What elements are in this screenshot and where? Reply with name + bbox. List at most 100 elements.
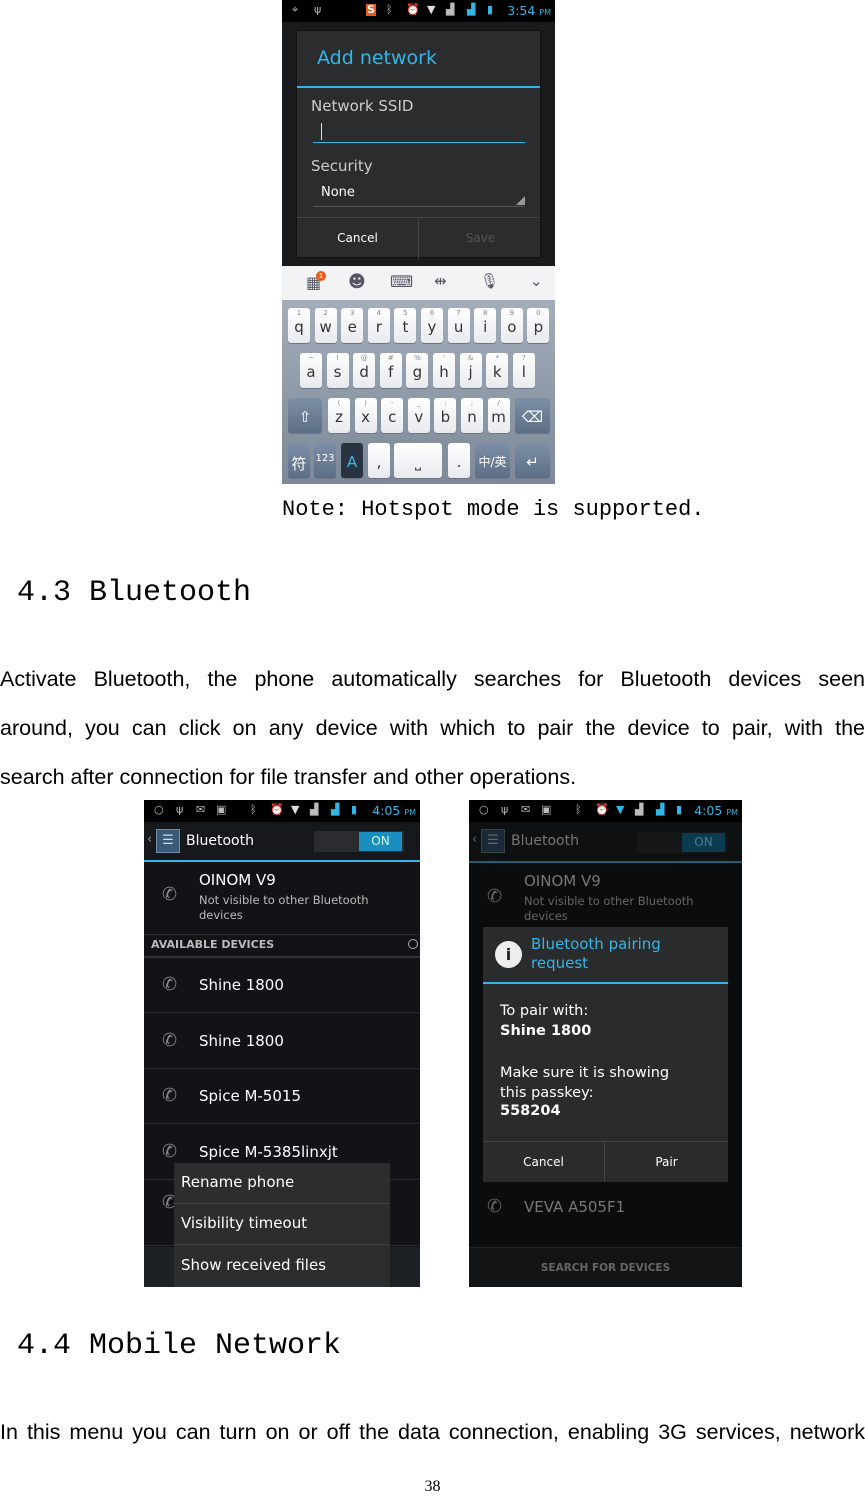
key[interactable]: ) x (354, 398, 377, 433)
key[interactable]: 0p (527, 308, 550, 343)
action-bar: ‹ ☰ Bluetooth ON (469, 822, 742, 863)
key[interactable]: 3e (341, 308, 364, 343)
security-select[interactable]: None (313, 183, 525, 207)
key[interactable]: (z (328, 398, 350, 433)
bluetooth-icon: ᛒ (386, 3, 393, 16)
language-key[interactable]: 中/英 (475, 443, 510, 478)
key[interactable]: ? l (512, 353, 535, 388)
device-item[interactable]: ✆ Spice M-5015 (144, 1069, 420, 1124)
key[interactable]: 2w (314, 308, 337, 343)
emoji-icon[interactable]: ☻ (348, 272, 366, 292)
device-name: Shine 1800 (199, 976, 284, 994)
key[interactable]: ' h (433, 353, 455, 388)
bluetooth-toggle[interactable]: ON (637, 832, 727, 853)
key[interactable]: 7u (447, 308, 470, 343)
numbers-key[interactable]: 123 (314, 443, 336, 478)
wifi-icon: ▼ (427, 3, 436, 16)
device-item[interactable]: ✆ Shine 1800 (144, 958, 420, 1013)
menu-label: Rename phone (181, 1173, 295, 1191)
key[interactable]: ! s (326, 353, 349, 388)
ssid-label: Network SSID (311, 97, 414, 115)
cancel-button[interactable]: Cancel (483, 1142, 605, 1182)
key[interactable]: _ v (407, 398, 430, 433)
bluetooth-screenshot: ○ ψ ✉ ▣ ᛒ ⏰ ▼ ▟ ▟ ▮ 4:05 PM ‹ ☰ Bluetooth ON ✆ … (144, 800, 420, 1287)
save-button[interactable]: Save (419, 218, 542, 259)
wifi-icon: ▼ (291, 803, 300, 816)
symbol-key[interactable]: 符 (288, 443, 310, 478)
own-device-item[interactable]: ✆ OINOM V9 Not visible to other Bluetoot… (144, 862, 420, 935)
cancel-button[interactable]: Cancel (297, 218, 419, 259)
passkey-instructions: Make sure it is showing this passkey: (500, 1065, 670, 1101)
divider (483, 982, 728, 984)
status-time: 4:05 PM (694, 803, 738, 818)
mic-icon[interactable]: 🎙 (480, 272, 499, 290)
enter-key[interactable]: ↵ (515, 443, 550, 478)
paragraph-line: around, you can click on any device with… (0, 716, 865, 740)
phone-icon: ✆ (162, 884, 178, 905)
page-number: 38 (424, 1478, 441, 1495)
scanning-icon (408, 939, 418, 949)
key[interactable]: 1q (288, 308, 310, 343)
menu-label: Visibility timeout (181, 1214, 308, 1232)
key[interactable]: * k (486, 353, 509, 388)
device-name[interactable]: VEVA A505F1 (524, 1198, 625, 1216)
cursor-icon[interactable]: ⇹ (434, 272, 447, 290)
key[interactable]: 6y (421, 308, 443, 343)
menu-item-visibility-timeout[interactable]: Visibility timeout (174, 1204, 390, 1245)
dialog-title: Add network (317, 47, 437, 69)
pair-with-label: To pair with: (500, 1003, 589, 1019)
back-icon[interactable]: ‹ (472, 832, 477, 847)
app-s-icon: S (366, 3, 376, 16)
backspace-key[interactable]: ⌫ (515, 398, 550, 433)
chevron-down-icon[interactable]: ⌄ (530, 272, 543, 290)
input-method-key[interactable]: A (341, 443, 363, 478)
paragraph-line: In this menu you can turn on or off the … (0, 1420, 865, 1444)
ssid-input[interactable] (313, 121, 525, 143)
key[interactable]: 5t (394, 308, 417, 343)
key[interactable]: 9o (500, 308, 523, 343)
period-key[interactable]: . (448, 443, 470, 478)
phone-icon: ✆ (162, 1029, 178, 1051)
pair-button[interactable]: Pair (605, 1142, 728, 1182)
key[interactable]: & j (459, 353, 482, 388)
phone-icon: ✆ (162, 1140, 178, 1162)
key[interactable]: :b (434, 398, 457, 433)
menu-item-rename-phone[interactable]: Rename phone (174, 1163, 390, 1204)
key[interactable]: # f (379, 353, 402, 388)
screen-title: Bluetooth (511, 833, 579, 849)
signal-icon: ▟ (467, 3, 476, 16)
cancel-label: Cancel (337, 231, 378, 245)
back-icon[interactable]: ‹ (147, 832, 152, 847)
keyboard-icon[interactable]: ⌨ (390, 272, 413, 291)
key[interactable]: -c (381, 398, 404, 433)
status-bar: ○ ψ ✉ ▣ ᛒ ⏰ ▼ ▟ ▟ ▮ 4:05 PM (144, 800, 420, 822)
security-value: None (321, 185, 355, 200)
status-bar: ○ ψ ✉ ▣ ᛒ ⏰ ▼ ▟ ▟ ▮ 4:05 PM (469, 800, 742, 822)
key[interactable]: @ d (353, 353, 376, 388)
device-name: Spice M-5015 (199, 1087, 301, 1105)
bluetooth-toggle[interactable]: ON (314, 831, 404, 852)
search-for-devices-button[interactable]: SEARCH FOR DEVICES (469, 1247, 742, 1287)
action-bar: ‹ ☰ Bluetooth ON (144, 822, 420, 862)
options-menu: Rename phone Visibility timeout Show rec… (174, 1163, 390, 1287)
key[interactable]: ~ a (300, 353, 322, 388)
space-key[interactable]: ⎵ (394, 443, 442, 478)
key[interactable]: % g (406, 353, 429, 388)
add-network-dialog: Add network Network SSID Security None C… (296, 30, 542, 259)
device-item[interactable]: ✆ Shine 1800 (144, 1014, 420, 1069)
section-header: AVAILABLE DEVICES (144, 935, 420, 958)
key[interactable]: / m (487, 398, 510, 433)
gps-icon: ⌖ (292, 3, 299, 16)
menu-item-show-received-files[interactable]: Show received files (174, 1245, 390, 1287)
text-cursor (321, 123, 322, 140)
comma-key[interactable]: , (368, 443, 390, 478)
paragraph-line: search after connection for file transfe… (0, 765, 577, 789)
alarm-icon: ⏰ (406, 3, 420, 16)
key[interactable]: 8i (474, 308, 497, 343)
pair-label: Pair (655, 1155, 678, 1169)
toggle-label: ON (682, 833, 725, 852)
shift-key[interactable]: ⇧ (288, 398, 322, 433)
device-status: Not visible to other Bluetooth devices (524, 894, 694, 923)
key[interactable]: 4r (367, 308, 390, 343)
key[interactable]: ; n (461, 398, 483, 433)
